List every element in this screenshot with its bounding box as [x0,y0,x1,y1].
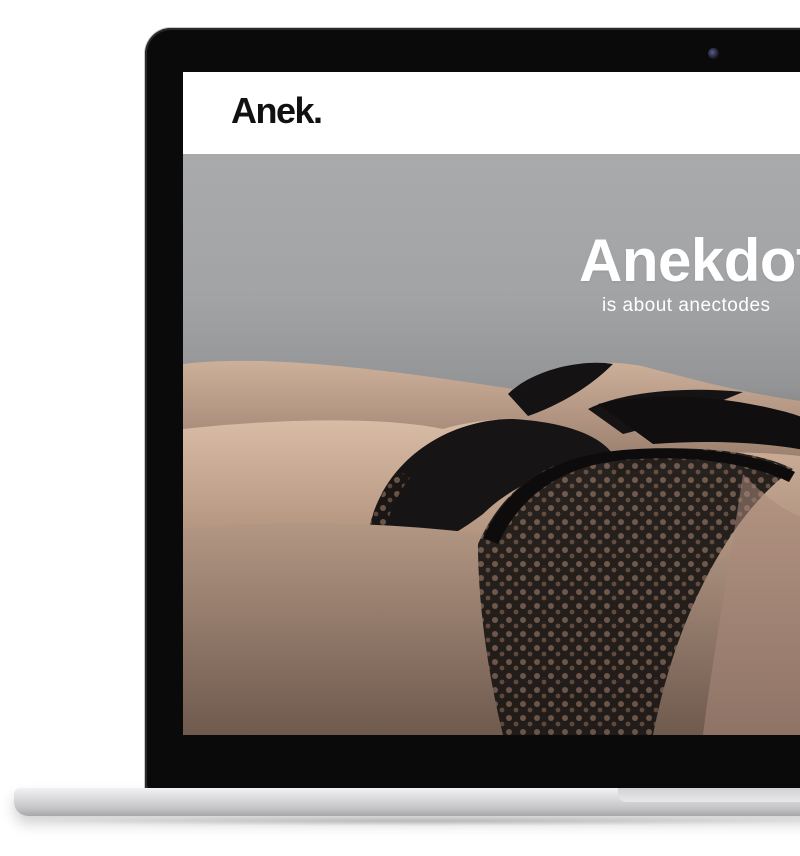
laptop-mockup: Anek. Anekdot is about anectodes [0,0,800,856]
hero-title: Anekdot [579,227,800,294]
laptop-chin [148,735,800,788]
hero-section: Anekdot is about anectodes [183,154,800,735]
laptop-shadow [30,816,800,826]
laptop-screen: Anek. Anekdot is about anectodes [183,72,800,735]
laptop-notch [618,788,800,802]
webcam-icon [708,48,719,59]
site-logo[interactable]: Anek. [231,90,323,132]
site-header: Anek. [183,72,800,154]
hero-subtitle: is about anectodes [602,295,771,316]
